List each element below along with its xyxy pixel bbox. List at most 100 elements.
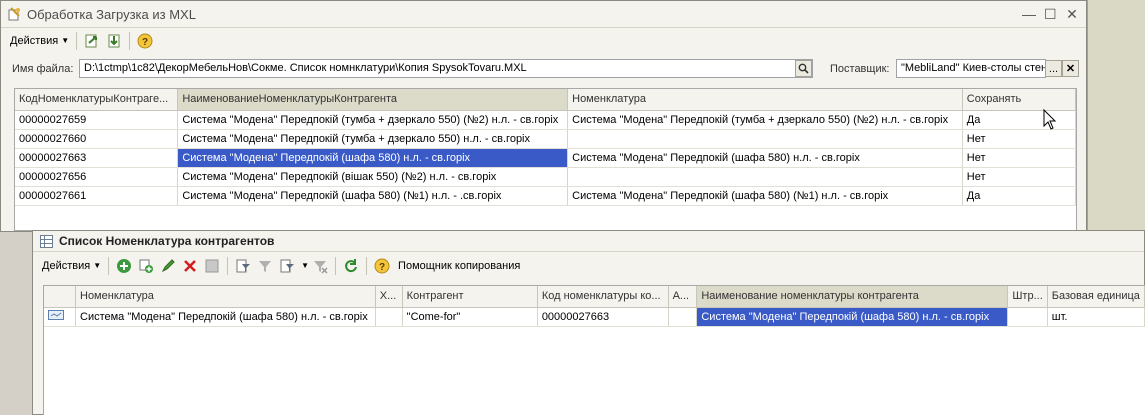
toolbar-divider xyxy=(108,256,110,275)
toolbar-divider xyxy=(227,256,229,275)
cell-contractor[interactable]: "Come-for" xyxy=(402,307,538,327)
clear-filter-icon[interactable] xyxy=(311,257,329,275)
column-header-contractor-name[interactable]: Наименование номенклатуры контрагента xyxy=(696,286,1009,308)
nomenclature-list-table: Номенклатура Х... Контрагент Код номенкл… xyxy=(43,285,1145,415)
column-header-nomenclature[interactable]: Номенклатура xyxy=(567,89,963,111)
actions-menu[interactable]: Действия ▼ xyxy=(7,30,72,51)
table-header: Номенклатура Х... Контрагент Код номенкл… xyxy=(44,286,1145,308)
cell-code[interactable]: 00000027663 xyxy=(15,148,179,168)
post-icon[interactable] xyxy=(203,257,221,275)
table-row[interactable]: 00000027663 Система "Модена" Передпокій … xyxy=(15,148,1077,168)
table-row[interactable]: 00000027656 Система "Модена" Передпокій … xyxy=(15,167,1077,187)
chevron-down-icon[interactable]: ▼ xyxy=(301,261,309,270)
actions-menu[interactable]: Действия ▼ xyxy=(39,255,104,276)
delete-icon[interactable] xyxy=(181,257,199,275)
filter-settings-icon[interactable] xyxy=(234,257,252,275)
cell-contractor-name[interactable]: Система "Модена" Передпокій (тумба + дзе… xyxy=(177,129,569,149)
cell-nomenclature[interactable]: Система "Модена" Передпокій (шафа 580) (… xyxy=(567,186,963,206)
column-header-contractor-code[interactable]: КодНоменклатурыКонтраге... xyxy=(15,89,179,111)
file-row: Имя файла: D:\1ctmp\1c82\ДекорМебельНов\… xyxy=(1,58,1086,80)
clear-icon[interactable]: ✕ xyxy=(1062,60,1079,77)
add-icon[interactable] xyxy=(115,257,133,275)
window-titlebar: Список Номенклатура контрагентов xyxy=(33,231,1144,252)
cell-contractor-code[interactable]: 00000027663 xyxy=(537,307,669,327)
cell-x[interactable] xyxy=(375,307,403,327)
copy-helper-button[interactable]: Помощник копирования xyxy=(395,255,523,276)
edit-icon[interactable] xyxy=(159,257,177,275)
column-header-save[interactable]: Сохранять xyxy=(962,89,1077,111)
list-icon xyxy=(38,233,54,249)
maximize-icon[interactable]: ☐ xyxy=(1044,6,1057,22)
window-title: Список Номенклатура контрагентов xyxy=(59,234,275,248)
load-file-icon[interactable] xyxy=(83,32,101,50)
cell-save[interactable]: Да xyxy=(962,186,1077,206)
column-header-icon xyxy=(44,286,76,308)
cell-contractor-name-selected[interactable]: Система "Модена" Передпокій (шафа 580) н… xyxy=(177,148,569,168)
cell-code[interactable]: 00000027656 xyxy=(15,167,179,187)
filter-icon[interactable] xyxy=(256,257,274,275)
column-header-contractor-name[interactable]: НаименованиеНоменклатурыКонтрагента xyxy=(177,89,569,111)
import-table: КодНоменклатурыКонтраге... НаименованиеН… xyxy=(14,88,1077,231)
cell-nomenclature[interactable]: Система "Модена" Передпокій (шафа 580) н… xyxy=(75,307,376,327)
supplier-label: Поставщик: xyxy=(830,63,890,75)
cell-save[interactable]: Нет xyxy=(962,129,1077,149)
cell-nomenclature[interactable] xyxy=(567,167,963,187)
column-header-contractor-code[interactable]: Код номенклатуры ко... xyxy=(537,286,669,308)
file-name-label: Имя файла: xyxy=(12,63,74,75)
window-title: Обработка Загрузка из MXL xyxy=(27,6,196,22)
column-header-a[interactable]: А... xyxy=(668,286,698,308)
cell-code[interactable]: 00000027661 xyxy=(15,186,179,206)
column-header-base-unit[interactable]: Базовая единица xyxy=(1047,286,1145,308)
cell-save[interactable]: Нет xyxy=(962,148,1077,168)
table-row[interactable]: Система "Модена" Передпокій (шафа 580) н… xyxy=(44,307,1145,327)
list-toolbar: Действия ▼ ▼ ? Помощник копирования xyxy=(33,253,1144,278)
chevron-down-icon: ▼ xyxy=(93,261,102,270)
table-row[interactable]: 00000027659 Система "Модена" Передпокій … xyxy=(15,110,1077,130)
contractor-nomenclature-window: Список Номенклатура контрагентов Действи… xyxy=(32,230,1145,415)
window-titlebar: Обработка Загрузка из MXL — ☐ ✕ xyxy=(1,1,1086,28)
file-name-field[interactable]: D:\1ctmp\1c82\ДекорМебельНов\Сокме. Спис… xyxy=(79,59,813,78)
supplier-field[interactable]: "MebliLand" Киев-столы стен xyxy=(896,59,1046,78)
column-header-contractor[interactable]: Контрагент xyxy=(402,286,538,308)
cell-barcode[interactable] xyxy=(1007,307,1048,327)
cell-code[interactable]: 00000027659 xyxy=(15,110,179,130)
supplier-select-button[interactable]: ... xyxy=(1045,60,1062,77)
table-row[interactable]: 00000027661 Система "Модена" Передпокій … xyxy=(15,186,1077,206)
mouse-cursor-icon xyxy=(1043,108,1057,134)
cell-contractor-name[interactable]: Система "Модена" Передпокій (шафа 580) (… xyxy=(177,186,569,206)
cell-save[interactable]: Нет xyxy=(962,167,1077,187)
cell-contractor-name-selected[interactable]: Система "Модена" Передпокій (шафа 580) н… xyxy=(696,307,1009,327)
toolbar-divider xyxy=(366,256,368,275)
cell-a[interactable] xyxy=(668,307,698,327)
cell-contractor-name[interactable]: Система "Модена" Передпокій (тумба + дзе… xyxy=(177,110,569,130)
chevron-down-icon: ▼ xyxy=(61,36,70,45)
table-header: КодНоменклатурыКонтраге... НаименованиеН… xyxy=(15,89,1077,111)
browse-search-icon[interactable] xyxy=(795,60,812,77)
row-icon-cell xyxy=(44,307,76,327)
cell-contractor-name[interactable]: Система "Модена" Передпокій (вішак 550) … xyxy=(177,167,569,187)
minimize-icon[interactable]: — xyxy=(1022,6,1036,22)
cell-nomenclature[interactable] xyxy=(567,129,963,149)
column-header-nomenclature[interactable]: Номенклатура xyxy=(75,286,376,308)
refresh-icon[interactable] xyxy=(342,257,360,275)
copy-icon[interactable] xyxy=(137,257,155,275)
main-toolbar: Действия ▼ ? xyxy=(1,28,1086,53)
cell-nomenclature[interactable]: Система "Модена" Передпокій (тумба + дзе… xyxy=(567,110,963,130)
filter-list-icon[interactable] xyxy=(278,257,296,275)
column-header-barcode[interactable]: Штр... xyxy=(1007,286,1048,308)
table-row[interactable]: 00000027660 Система "Модена" Передпокій … xyxy=(15,129,1077,149)
svg-text:?: ? xyxy=(379,262,385,273)
close-icon[interactable]: ✕ xyxy=(1066,6,1078,22)
help-icon[interactable]: ? xyxy=(373,257,391,275)
toolbar-divider xyxy=(129,31,131,50)
cell-save[interactable]: Да xyxy=(962,110,1077,130)
help-icon[interactable]: ? xyxy=(136,32,154,50)
toolbar-divider xyxy=(335,256,337,275)
save-file-icon[interactable] xyxy=(105,32,123,50)
cell-base-unit[interactable]: шт. xyxy=(1047,307,1145,327)
svg-text:?: ? xyxy=(142,37,148,48)
cell-code[interactable]: 00000027660 xyxy=(15,129,179,149)
processing-icon xyxy=(6,6,22,22)
cell-nomenclature[interactable]: Система "Модена" Передпокій (шафа 580) н… xyxy=(567,148,963,168)
column-header-x[interactable]: Х... xyxy=(375,286,403,308)
